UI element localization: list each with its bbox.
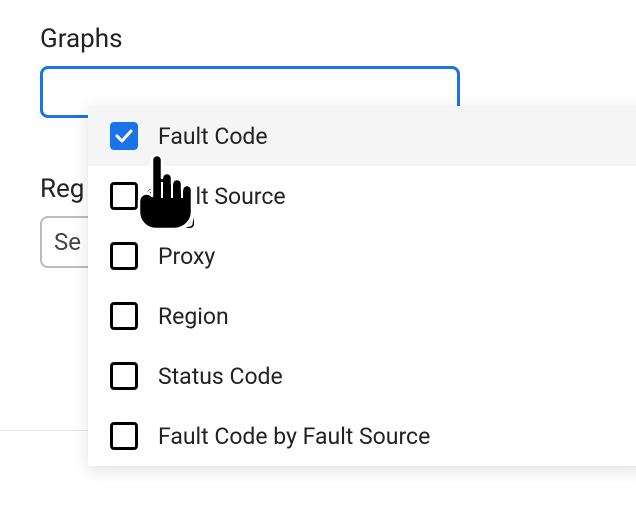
menu-item-fault-code[interactable]: Fault Code xyxy=(88,106,636,166)
menu-item-proxy[interactable]: Proxy xyxy=(88,226,636,286)
menu-item-label: Fault Code xyxy=(158,123,268,150)
check-icon xyxy=(115,129,133,143)
menu-item-region[interactable]: Region xyxy=(88,286,636,346)
checkbox-fault-code-by-fault-source[interactable] xyxy=(110,422,138,450)
menu-item-label: Region xyxy=(158,303,229,330)
checkbox-fault-code[interactable] xyxy=(110,122,138,150)
graphs-dropdown-menu: Fault Code Fault Source Proxy Region xyxy=(88,106,636,466)
menu-item-label: Proxy xyxy=(158,243,215,270)
checkbox-status-code[interactable] xyxy=(110,362,138,390)
menu-item-status-code[interactable]: Status Code xyxy=(88,346,636,406)
menu-item-label: Fault Source xyxy=(158,183,286,210)
menu-item-label: Status Code xyxy=(158,363,283,390)
checkbox-proxy[interactable] xyxy=(110,242,138,270)
menu-item-label: Fault Code by Fault Source xyxy=(158,423,430,450)
checkbox-fault-source[interactable] xyxy=(110,182,138,210)
graphs-label: Graphs xyxy=(40,24,596,54)
menu-item-fault-code-by-fault-source[interactable]: Fault Code by Fault Source xyxy=(88,406,636,466)
checkbox-region[interactable] xyxy=(110,302,138,330)
region-select-placeholder: Se xyxy=(54,228,81,256)
menu-item-fault-source[interactable]: Fault Source xyxy=(88,166,636,226)
